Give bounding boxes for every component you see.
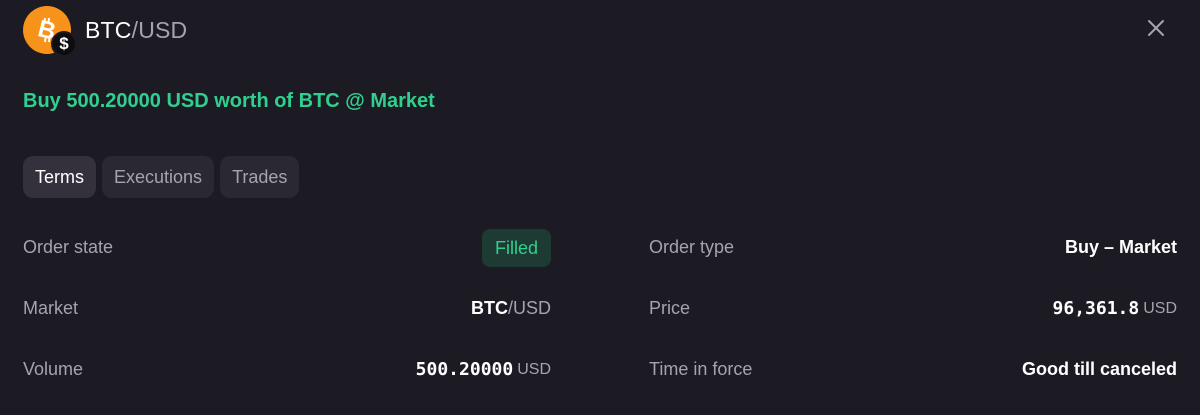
market-base: BTC (470, 298, 508, 318)
tab-executions[interactable]: Executions (102, 156, 215, 198)
order-header: B $ BTC/USD (23, 6, 187, 57)
market-label: Market (23, 298, 79, 318)
order-state-label: Order state (23, 237, 114, 257)
tab-trades[interactable]: Trades (220, 156, 300, 198)
volume-amount: 500.20000 (415, 359, 514, 380)
pair-base: BTC (85, 16, 132, 43)
time-in-force-value: Good till canceled (1021, 359, 1177, 379)
market-value: BTC / USD (471, 298, 551, 319)
tab-bar: Terms Executions Trades (23, 156, 300, 198)
price-label: Price (649, 298, 691, 318)
volume-value: 500.20000 USD (416, 359, 551, 380)
time-in-force-label: Time in force (649, 359, 753, 379)
order-summary: Buy 500.20000 USD worth of BTC @ Market (23, 90, 435, 112)
price-amount: 96,361.8 (1052, 298, 1140, 319)
close-icon (1148, 20, 1164, 36)
pair-quote: USD (138, 16, 188, 43)
volume-unit: USD (517, 360, 551, 378)
price-value: 96,361.8 USD (1053, 298, 1177, 319)
order-type-label: Order type (649, 237, 735, 257)
dollar-icon: $ (51, 31, 77, 57)
status-badge: Filled (481, 229, 551, 267)
market-quote: USD (512, 298, 551, 318)
pair-icon: B $ (23, 6, 77, 57)
close-button[interactable] (1142, 14, 1170, 42)
price-unit: USD (1143, 299, 1177, 317)
page-title: BTC/USD (85, 17, 187, 44)
order-state-value: Filled (481, 229, 551, 267)
tab-terms[interactable]: Terms (23, 156, 96, 198)
order-type-value: Buy – Market (1064, 237, 1177, 257)
volume-label: Volume (23, 359, 84, 379)
